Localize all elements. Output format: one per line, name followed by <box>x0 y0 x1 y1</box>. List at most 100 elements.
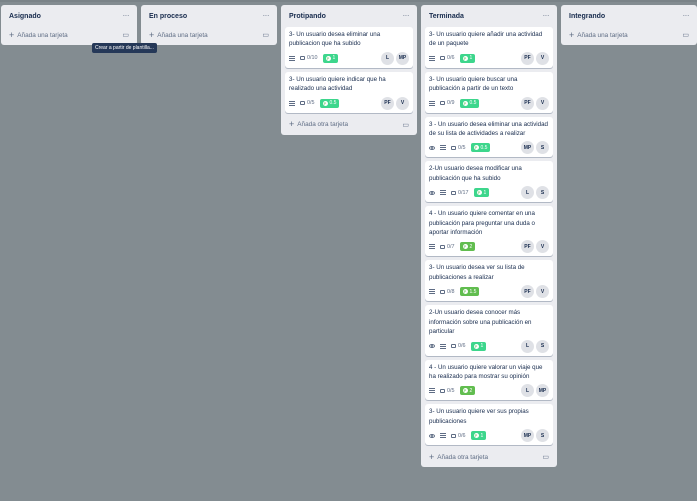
points-badge: P 0.5 <box>459 98 480 108</box>
card[interactable]: 3- Un usuario desea eliminar una publica… <box>285 27 413 68</box>
avatar[interactable]: PF <box>381 96 394 110</box>
points-value: 0.5 <box>329 100 337 107</box>
card-title: 3- Un usuario desea eliminar una publica… <box>289 31 381 48</box>
avatar[interactable]: L <box>521 186 534 200</box>
list-1: En proceso ··· + Añada una tarjeta ▭ <box>141 5 277 45</box>
add-card-button[interactable]: + Añada una tarjeta ▭ <box>5 27 133 43</box>
card-title: 3- Un usuario desea ver su lista de publ… <box>429 264 525 281</box>
add-card-label: Añada otra tarjeta <box>437 453 489 461</box>
checklist-badge: 0/6 <box>451 343 466 349</box>
points-value: 0.5 <box>480 144 488 151</box>
card[interactable]: 3- Un usuario quiere ver sus propias pub… <box>425 404 553 446</box>
card-title: 4 - Un usuario quiere comentar en una pu… <box>429 210 535 237</box>
template-icon[interactable]: ▭ <box>402 121 409 129</box>
points-icon: P <box>462 55 468 61</box>
avatar[interactable]: PF <box>521 285 534 299</box>
avatar[interactable]: V <box>536 240 549 254</box>
checklist-badge: 0/6 <box>451 433 466 439</box>
points-icon: P <box>462 244 468 250</box>
avatar[interactable]: MP <box>521 429 534 443</box>
list-header: Protipando ··· <box>285 5 413 27</box>
template-icon[interactable]: ▭ <box>542 453 549 461</box>
add-card-label: Añada una tarjeta <box>577 31 628 39</box>
top-strip <box>0 0 697 2</box>
card-members: PF V <box>521 96 549 110</box>
points-badge: P1 <box>473 188 490 198</box>
avatar[interactable]: PF <box>521 240 534 254</box>
points-icon: P <box>462 289 468 295</box>
avatar[interactable]: L <box>521 384 534 398</box>
card-badges: 0/6 P 1 PF V <box>429 51 549 65</box>
list-2: Protipando ··· 3- Un usuario desea elimina… <box>281 5 417 135</box>
checklist-badge: 0/8 <box>440 289 455 295</box>
avatar[interactable]: V <box>536 96 549 110</box>
list-header: Integrando ··· <box>565 5 693 27</box>
list-menu-button[interactable]: ··· <box>263 12 270 20</box>
list-4: Integrando ··· + Añada una tarjeta ▭ <box>561 5 697 45</box>
points-badge: P1 <box>470 431 487 441</box>
avatar[interactable]: S <box>536 186 549 200</box>
card-members: PF V <box>521 285 549 299</box>
list-menu-button[interactable]: ··· <box>683 12 690 20</box>
avatar[interactable]: L <box>381 51 394 65</box>
points-badge: P2 <box>459 386 476 396</box>
list-title[interactable]: Terminada <box>429 13 464 20</box>
list-title[interactable]: En proceso <box>149 13 187 20</box>
add-card-button[interactable]: + Añada una tarjeta ▭ <box>565 27 693 43</box>
watch-icon <box>429 190 435 195</box>
card[interactable]: 2-Un usuario desea conocer más informaci… <box>425 305 553 356</box>
card-badges: 0/6 P 1 L S <box>429 339 549 353</box>
points-badge: P1 <box>322 53 339 63</box>
card-members: PF V <box>381 96 409 110</box>
card-members: PF V <box>521 51 549 65</box>
avatar[interactable]: PF <box>521 51 534 65</box>
avatar[interactable]: S <box>536 339 549 353</box>
list-title[interactable]: Asignado <box>9 13 41 20</box>
add-card-label: Añada una tarjeta <box>157 31 208 39</box>
avatar[interactable]: L <box>521 339 534 353</box>
description-icon <box>440 433 446 439</box>
add-card-button[interactable]: + Añada una tarjeta ▭ <box>145 27 273 43</box>
checklist-badge: 0/5 <box>451 145 466 151</box>
checklist-icon <box>440 289 445 294</box>
avatar[interactable]: MP <box>396 51 409 65</box>
card-badges: 0/8 P 1.5 PF V <box>429 285 549 299</box>
points-icon: P <box>322 100 328 106</box>
list-menu-button[interactable]: ··· <box>403 12 410 20</box>
template-icon[interactable]: ▭ <box>262 31 269 39</box>
avatar[interactable]: S <box>536 429 549 443</box>
avatar[interactable]: V <box>536 285 549 299</box>
list-menu-button[interactable]: ··· <box>543 12 550 20</box>
card[interactable]: 2-Un usuario desea modificar una publica… <box>425 161 553 203</box>
card[interactable]: 4 - Un usuario quiere comentar en una pu… <box>425 206 553 257</box>
list-menu-button[interactable]: ··· <box>123 12 130 20</box>
card[interactable]: 4 - Un usuario quiere valorar un viaje q… <box>425 359 553 401</box>
avatar[interactable]: PF <box>521 96 534 110</box>
points-badge: P2 <box>459 242 476 252</box>
card[interactable]: 3- Un usuario desea ver su lista de publ… <box>425 260 553 302</box>
card[interactable]: 3- Un usuario quiere buscar una publicac… <box>425 71 553 113</box>
template-icon[interactable]: ▭ <box>682 31 689 39</box>
list-title[interactable]: Protipando <box>289 13 326 20</box>
add-card-label: Añada una tarjeta <box>17 31 68 39</box>
description-icon <box>289 55 295 61</box>
add-card-button[interactable]: + Añada otra tarjeta ▭ <box>425 449 553 465</box>
card-members: L MP <box>521 384 549 398</box>
card-members: LS <box>521 186 549 200</box>
card[interactable]: 3- Un usuario quiere indicar que ha real… <box>285 71 413 113</box>
avatar[interactable]: MP <box>536 384 549 398</box>
points-badge: P1 <box>470 341 487 351</box>
card[interactable]: 3 - Un usuario desea eliminar una activi… <box>425 116 553 158</box>
avatar[interactable]: V <box>396 96 409 110</box>
card-title: 3- Un usuario quiere buscar una publicac… <box>429 75 518 93</box>
card[interactable]: 3- Un usuario quiere añadir una activida… <box>425 27 553 68</box>
points-icon: P <box>462 100 468 106</box>
list-title[interactable]: Integrando <box>569 13 605 20</box>
add-card-button[interactable]: + Añada otra tarjeta ▭ <box>285 117 413 133</box>
avatar[interactable]: S <box>536 141 549 155</box>
template-icon[interactable]: ▭ <box>122 31 129 39</box>
checklist-icon <box>440 56 445 61</box>
avatar[interactable]: MP <box>521 141 534 155</box>
points-icon: P <box>325 55 331 61</box>
avatar[interactable]: V <box>536 51 549 65</box>
